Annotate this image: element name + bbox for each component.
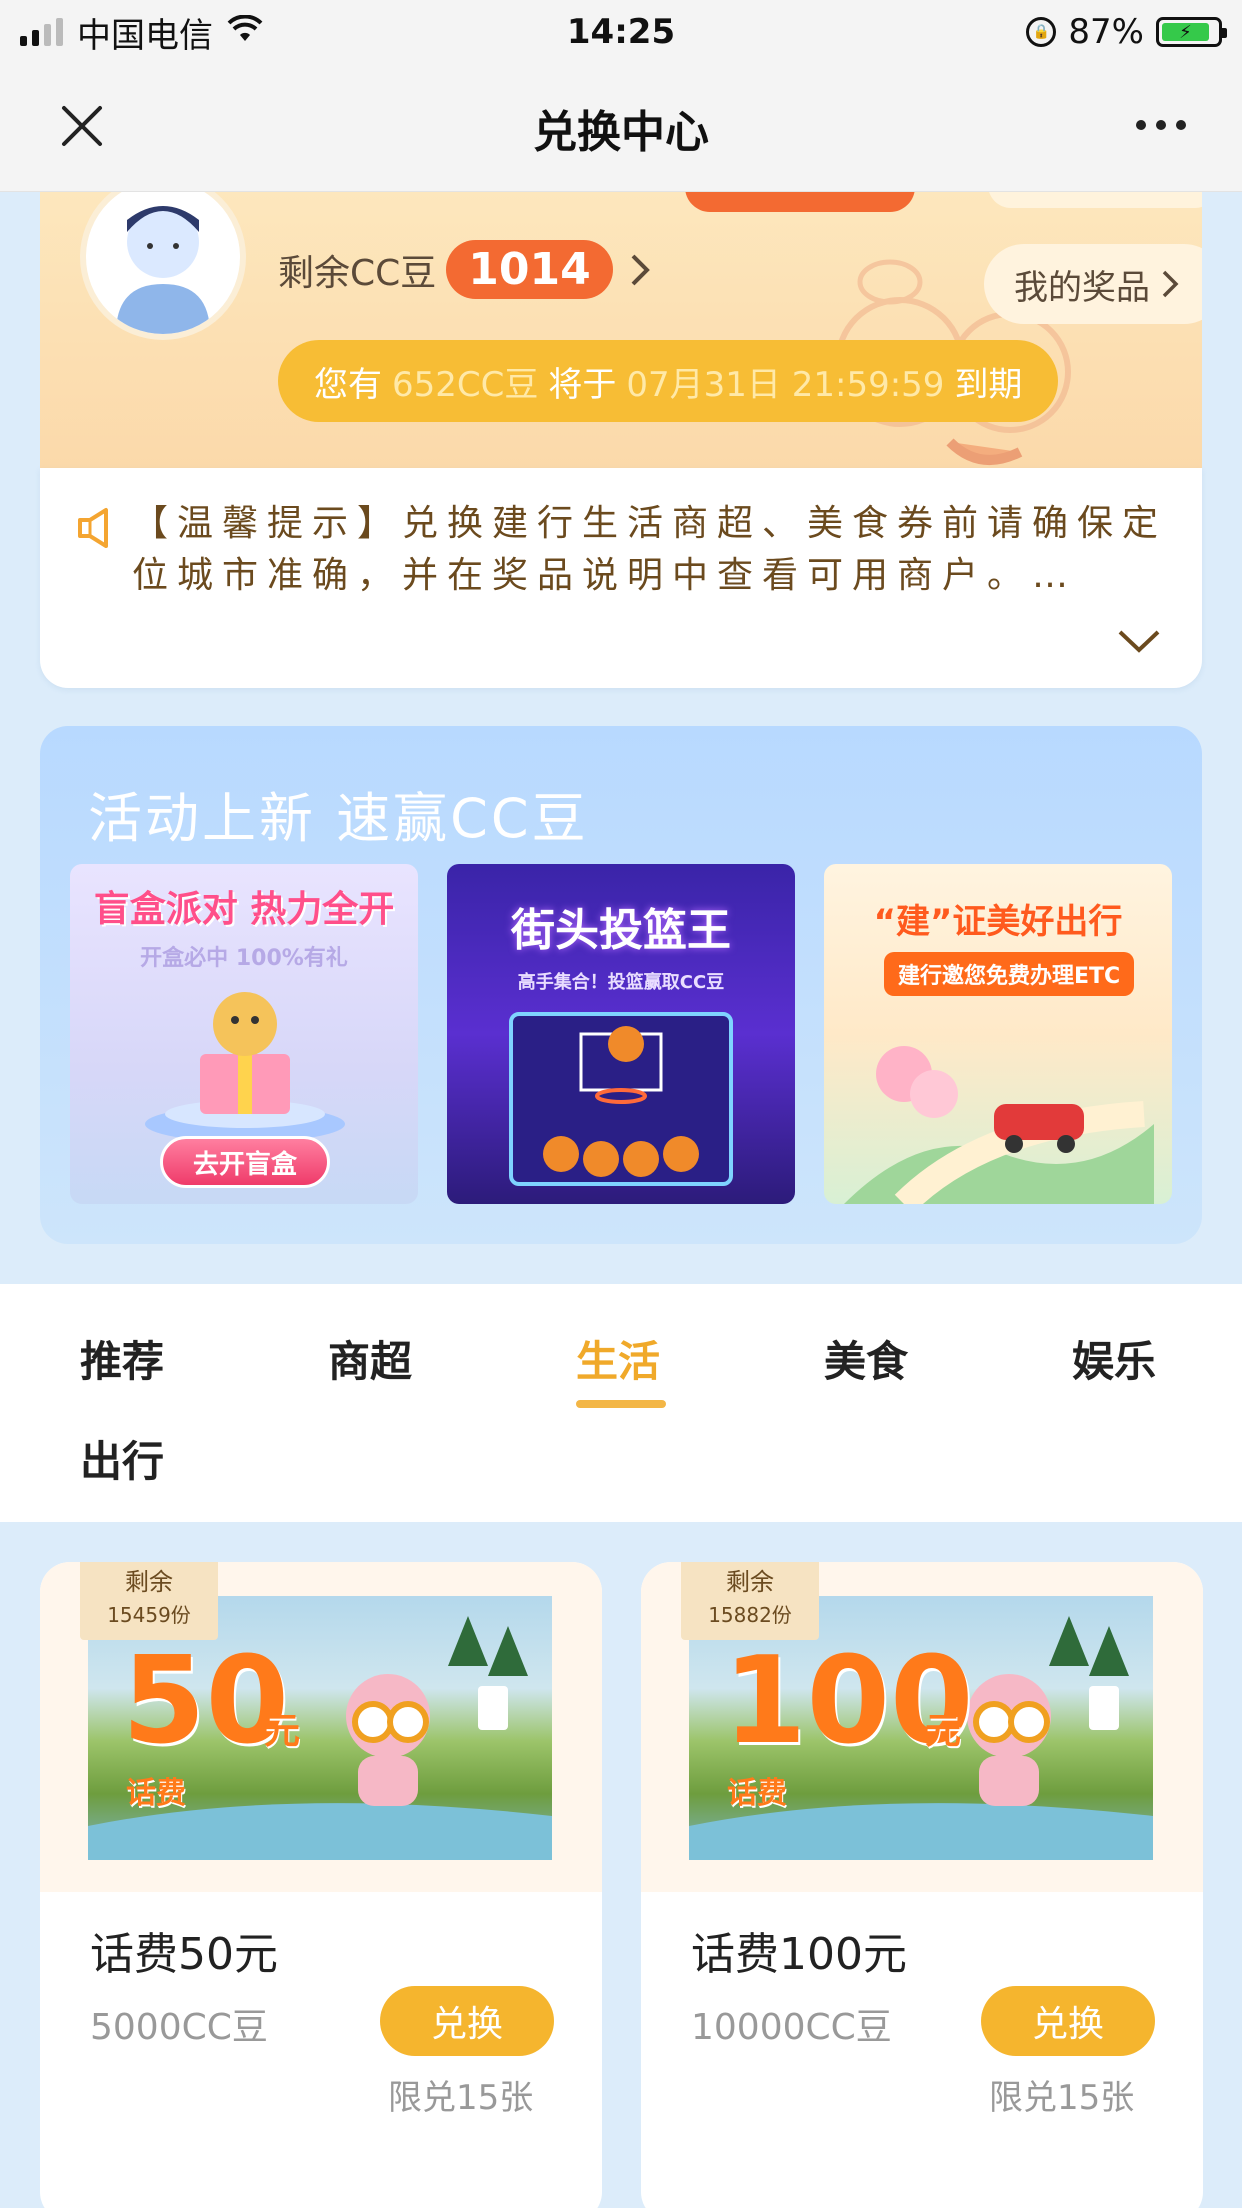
tab-supermarket[interactable]: 商超 bbox=[328, 1328, 412, 1389]
product-title: 话费100元 bbox=[691, 1929, 907, 1980]
activity-card-subtitle: 开盒必中 100%有礼 bbox=[140, 946, 348, 971]
expiry-middle: 将于 bbox=[548, 364, 617, 405]
notice-text: 【温馨提示】兑换建行生活商超、美食券前请确保定位城市准确，并在奖品说明中查看可用… bbox=[132, 503, 1168, 596]
expiry-suffix: 到期 bbox=[954, 364, 1023, 405]
active-tab-indicator bbox=[576, 1400, 666, 1408]
open-blindbox-button[interactable]: 去开盲盒 bbox=[160, 1136, 330, 1188]
battery-fill: ⚡ bbox=[1162, 22, 1209, 43]
my-prizes-button[interactable]: 我的奖品 bbox=[984, 244, 1202, 324]
redeem-limit: 限兑15张 bbox=[388, 2078, 534, 2118]
product-card[interactable]: 100 元 话费 剩余 15882份 话费100元 10000CC豆 兑换 限兑… bbox=[641, 1562, 1203, 2208]
activity-card-headline: 盲盒派对 热力全开 bbox=[93, 889, 395, 930]
chevron-down-icon[interactable] bbox=[1116, 628, 1162, 656]
remaining-count: 15459份 bbox=[107, 1603, 191, 1627]
product-price: 10000CC豆 bbox=[691, 2007, 892, 2048]
tab-life[interactable]: 生活 bbox=[576, 1328, 660, 1389]
product-unit: 元 bbox=[925, 1711, 962, 1752]
clock: 14:25 bbox=[566, 12, 676, 52]
signal-icon bbox=[20, 18, 63, 46]
beans-balance[interactable]: 剩余CC豆 1014 bbox=[278, 240, 653, 299]
chevron-right-icon bbox=[1162, 270, 1179, 298]
product-kind: 话费 bbox=[126, 1776, 186, 1811]
activity-card-basketball[interactable]: 街头投篮王 高手集合！投篮赢取CC豆 bbox=[447, 864, 795, 1204]
nav-bar: 兑换中心 bbox=[0, 64, 1242, 192]
product-unit: 元 bbox=[264, 1711, 301, 1752]
product-price: 5000CC豆 bbox=[90, 2007, 268, 2048]
remaining-badge: 剩余 15882份 bbox=[681, 1562, 819, 1640]
gift-box-icon bbox=[145, 992, 345, 1142]
battery-icon: ⚡ bbox=[1156, 17, 1227, 47]
wifi-icon bbox=[227, 13, 263, 51]
avatar[interactable] bbox=[80, 192, 246, 340]
my-prizes-label: 我的奖品 bbox=[1014, 267, 1150, 308]
remaining-label: 剩余 bbox=[125, 1568, 173, 1596]
activity-section: 活动上新 速赢CC豆 盲盒派对 热力全开 开盒必中 100%有礼 去开盲盒 街头… bbox=[40, 726, 1202, 1244]
expiry-amount: 652CC豆 bbox=[392, 364, 539, 405]
header-decoration bbox=[988, 192, 1202, 208]
carrier-label: 中国电信 bbox=[77, 15, 213, 56]
expiry-datetime: 07月31日 21:59:59 bbox=[626, 364, 945, 405]
redeem-button[interactable]: 兑换 bbox=[380, 1986, 554, 2056]
activity-card-headline: “建”证美好出行 bbox=[873, 902, 1123, 942]
product-card[interactable]: 50 元 话费 剩余 15459份 话费50元 5000CC豆 兑换 限兑15张 bbox=[40, 1562, 602, 2208]
beans-value: 1014 bbox=[446, 240, 613, 299]
more-icon[interactable] bbox=[1136, 120, 1186, 130]
header-decoration bbox=[685, 192, 915, 212]
page-title: 兑换中心 bbox=[533, 106, 709, 158]
activity-card-subtitle: 高手集合！投篮赢取CC豆 bbox=[517, 972, 725, 993]
warm-tip-notice: 【温馨提示】兑换建行生活商超、美食券前请确保定位城市准确，并在奖品说明中查看可用… bbox=[40, 468, 1202, 688]
redeem-button[interactable]: 兑换 bbox=[981, 1986, 1155, 2056]
close-icon[interactable] bbox=[56, 100, 108, 152]
status-bar: 中国电信 14:25 🔒 87% ⚡ bbox=[0, 0, 1242, 64]
product-kind: 话费 bbox=[727, 1776, 787, 1811]
beans-header: 剩余CC豆 1014 我的奖品 您有 652CC豆 将于 07月31日 21:5… bbox=[40, 192, 1202, 468]
activity-card-headline: 街头投篮王 bbox=[511, 905, 731, 956]
redeem-limit: 限兑15张 bbox=[989, 2078, 1135, 2118]
chevron-right-icon bbox=[631, 254, 650, 285]
expiry-prefix: 您有 bbox=[314, 364, 382, 405]
remaining-badge: 剩余 15459份 bbox=[80, 1562, 218, 1640]
activity-card-etc[interactable]: “建”证美好出行 建行邀您免费办理ETC bbox=[824, 864, 1172, 1204]
tab-entertainment[interactable]: 娱乐 bbox=[1072, 1328, 1156, 1389]
tab-food[interactable]: 美食 bbox=[824, 1328, 908, 1389]
remaining-label: 剩余 bbox=[726, 1568, 774, 1596]
tab-recommend[interactable]: 推荐 bbox=[80, 1328, 164, 1389]
beans-label: 剩余CC豆 bbox=[278, 252, 437, 294]
remaining-count: 15882份 bbox=[708, 1603, 792, 1627]
product-title: 话费50元 bbox=[90, 1929, 278, 1980]
activity-card-blindbox[interactable]: 盲盒派对 热力全开 开盒必中 100%有礼 去开盲盒 bbox=[70, 864, 418, 1204]
activity-title: 活动上新 速赢CC豆 bbox=[88, 787, 589, 850]
tab-travel[interactable]: 出行 bbox=[80, 1428, 164, 1489]
basketball-icon bbox=[509, 1012, 733, 1186]
car-road-icon bbox=[844, 1046, 1154, 1204]
activity-card-subtitle: 建行邀您免费办理ETC bbox=[884, 952, 1135, 996]
rotation-lock-icon: 🔒 bbox=[1026, 17, 1057, 47]
battery-percent: 87% bbox=[1068, 12, 1144, 52]
expiry-notice: 您有 652CC豆 将于 07月31日 21:59:59 到期 bbox=[278, 340, 1059, 422]
megaphone-icon bbox=[78, 508, 108, 548]
